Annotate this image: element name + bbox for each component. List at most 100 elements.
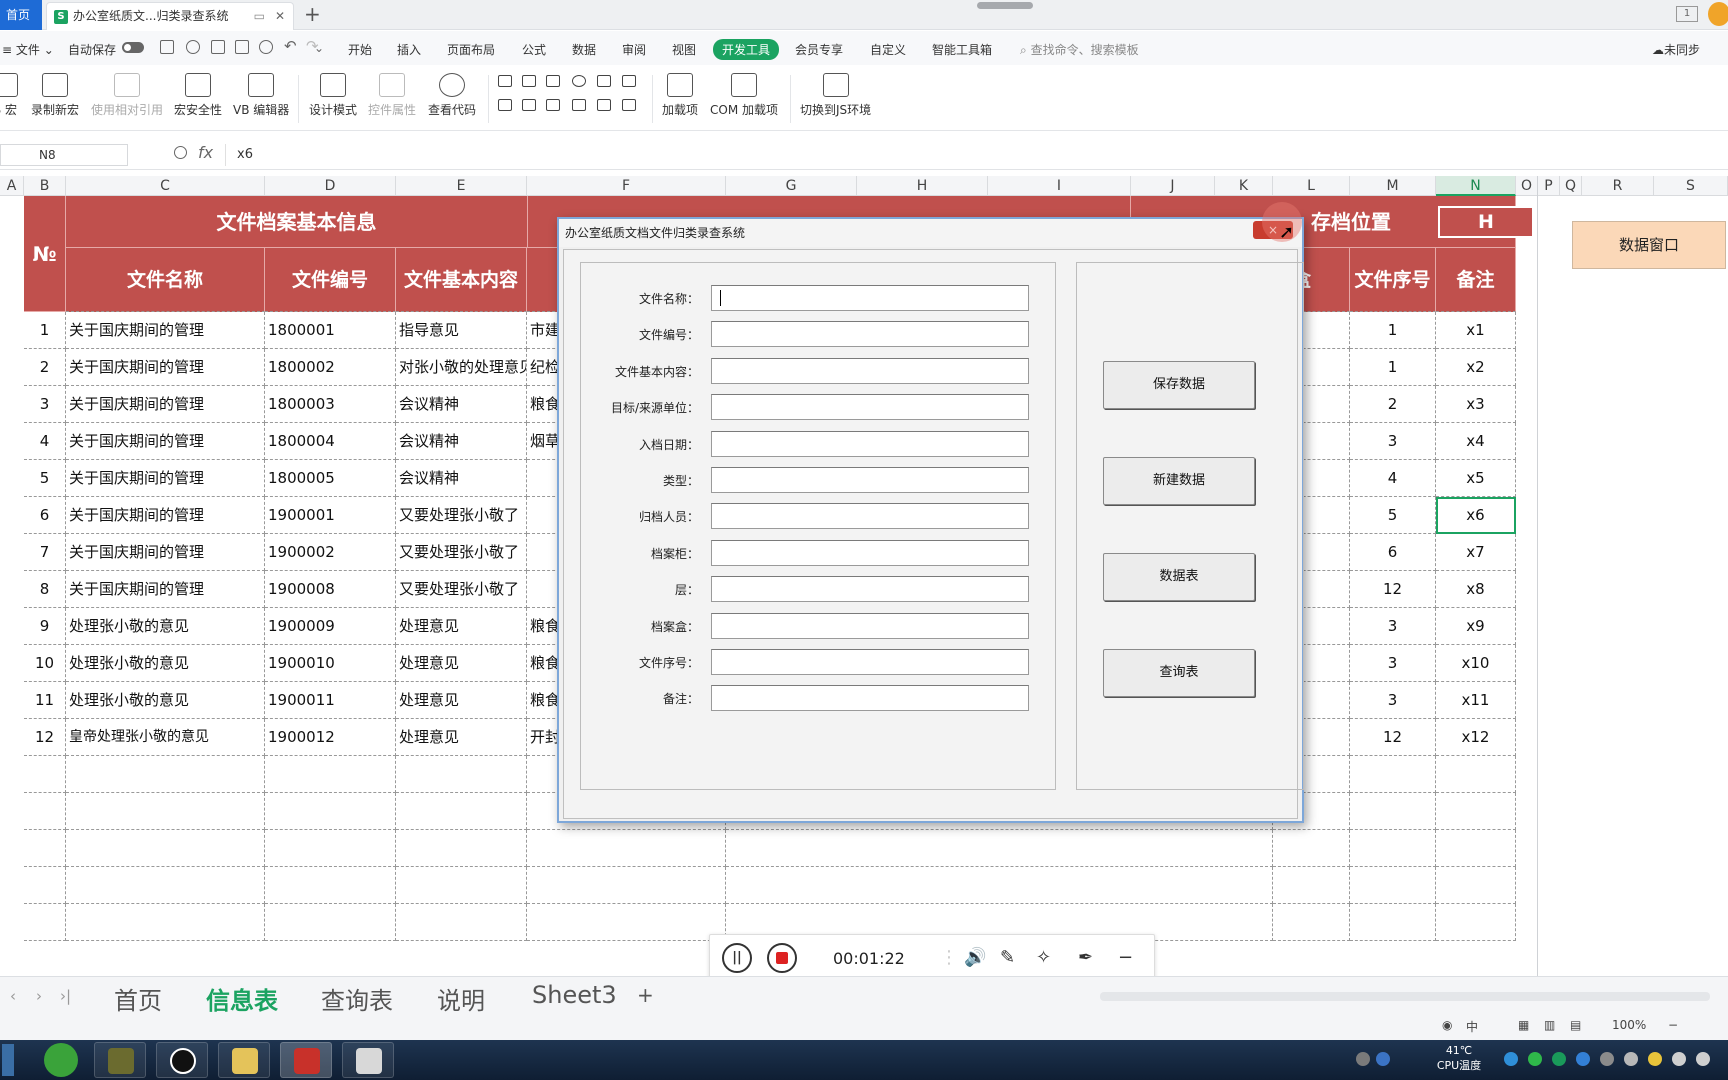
- file-seq-cell[interactable]: [1350, 904, 1436, 941]
- label-control-icon[interactable]: [572, 99, 586, 111]
- row-number[interactable]: 5: [24, 460, 66, 497]
- row-number[interactable]: 3: [24, 386, 66, 423]
- file-content-cell[interactable]: 会议精神: [396, 460, 527, 497]
- form-field-input[interactable]: [711, 576, 1029, 603]
- form-field-input[interactable]: [711, 685, 1029, 712]
- remark-cell[interactable]: x12: [1436, 719, 1516, 756]
- file-number-cell[interactable]: 1900001: [265, 497, 396, 534]
- file-number-cell[interactable]: 1800003: [265, 386, 396, 423]
- macro-security-button[interactable]: 宏安全性: [174, 73, 222, 118]
- save-data-button[interactable]: 保存数据: [1103, 361, 1255, 409]
- file-number-cell[interactable]: 1900010: [265, 645, 396, 682]
- row-number[interactable]: 7: [24, 534, 66, 571]
- file-seq-cell[interactable]: [1350, 756, 1436, 793]
- column-header-q[interactable]: Q: [1560, 176, 1582, 196]
- file-seq-cell[interactable]: 5: [1350, 497, 1436, 534]
- tray-app-5-icon[interactable]: [1600, 1052, 1614, 1066]
- file-seq-cell[interactable]: [1350, 793, 1436, 830]
- dialog-title[interactable]: 办公室纸质文档文件归类录查系统: [559, 219, 1302, 247]
- file-number-cell[interactable]: 1900011: [265, 682, 396, 719]
- horizontal-scrollbar[interactable]: [1100, 992, 1710, 1001]
- remark-cell[interactable]: x3: [1436, 386, 1516, 423]
- tray-app-3-icon[interactable]: [1552, 1052, 1566, 1066]
- sync-status[interactable]: ☁未同步: [1652, 41, 1700, 58]
- tray-app-2-icon[interactable]: [1528, 1052, 1542, 1066]
- frame-control-icon[interactable]: [622, 99, 636, 111]
- new-data-button[interactable]: 新建数据: [1103, 457, 1255, 505]
- file-name-cell[interactable]: 处理张小敬的意见: [66, 645, 265, 682]
- file-name-cell[interactable]: [66, 830, 265, 867]
- file-content-cell[interactable]: [396, 793, 527, 830]
- file-seq-cell[interactable]: 4: [1350, 460, 1436, 497]
- remark-cell[interactable]: x1: [1436, 312, 1516, 349]
- taskbar-app-3[interactable]: [218, 1042, 270, 1078]
- remark-cell[interactable]: x8: [1436, 571, 1516, 608]
- file-seq-cell[interactable]: 3: [1350, 423, 1436, 460]
- file-name-cell[interactable]: 关于国庆期间的管理: [66, 571, 265, 608]
- row-number[interactable]: 12: [24, 719, 66, 756]
- file-number-cell[interactable]: [265, 904, 396, 941]
- print-icon[interactable]: [211, 40, 225, 54]
- user-avatar[interactable]: [1708, 2, 1728, 26]
- zoom-out-icon[interactable]: −: [1668, 1018, 1678, 1032]
- view-code-button[interactable]: 查看代码: [428, 73, 476, 118]
- file-name-cell[interactable]: 关于国庆期间的管理: [66, 460, 265, 497]
- row-number[interactable]: 1: [24, 312, 66, 349]
- data-window-button[interactable]: 数据窗口: [1572, 221, 1726, 269]
- file-seq-cell[interactable]: 12: [1350, 571, 1436, 608]
- row-number[interactable]: [24, 793, 66, 830]
- restore-tab-icon[interactable]: ▭: [254, 3, 265, 29]
- file-number-cell[interactable]: 1800001: [265, 312, 396, 349]
- source-cell[interactable]: [527, 830, 726, 867]
- file-number-cell[interactable]: 1900012: [265, 719, 396, 756]
- file-content-cell[interactable]: 处理意见: [396, 682, 527, 719]
- row-number[interactable]: 8: [24, 571, 66, 608]
- file-name-cell[interactable]: 关于国庆期间的管理: [66, 386, 265, 423]
- radio-control-icon[interactable]: [572, 75, 586, 87]
- microphone-icon[interactable]: ✎: [1000, 947, 1015, 968]
- taskbar-app-2[interactable]: [156, 1042, 208, 1078]
- row-number[interactable]: [24, 756, 66, 793]
- form-field-input[interactable]: [711, 612, 1029, 639]
- window-drag-handle[interactable]: [977, 2, 1033, 9]
- file-name-cell[interactable]: [66, 756, 265, 793]
- new-tab-button[interactable]: +: [304, 0, 321, 30]
- pause-icon[interactable]: ||: [722, 943, 752, 973]
- row-number[interactable]: [24, 867, 66, 904]
- file-name-cell[interactable]: [66, 793, 265, 830]
- menu-member[interactable]: 会员专享: [795, 41, 843, 58]
- menu-developer[interactable]: 开发工具: [713, 39, 780, 60]
- menu-home[interactable]: 开始: [348, 41, 372, 58]
- record-macro-button[interactable]: 录制新宏: [31, 73, 79, 118]
- last-sheet-icon[interactable]: ›|: [60, 987, 71, 1005]
- column-header-e[interactable]: E: [396, 176, 527, 196]
- file-number-cell[interactable]: [265, 830, 396, 867]
- drag-grip-icon[interactable]: ⋮: [940, 947, 958, 968]
- file-content-cell[interactable]: 对张小敬的处理意见: [396, 349, 527, 386]
- file-name-cell[interactable]: 处理张小敬的意见: [66, 608, 265, 645]
- file-seq-cell[interactable]: 6: [1350, 534, 1436, 571]
- menu-data[interactable]: 数据: [572, 41, 596, 58]
- file-number-cell[interactable]: 1800005: [265, 460, 396, 497]
- notification-icon[interactable]: ✧: [1036, 947, 1051, 968]
- file-number-cell[interactable]: [265, 793, 396, 830]
- tray-help-icon[interactable]: [1376, 1052, 1390, 1066]
- source-cell[interactable]: [527, 904, 726, 941]
- file-number-cell[interactable]: 1900009: [265, 608, 396, 645]
- file-seq-cell[interactable]: 1: [1350, 349, 1436, 386]
- group-basic-info[interactable]: 文件档案基本信息: [66, 196, 528, 248]
- prev-sheet-icon[interactable]: ›: [36, 987, 42, 1005]
- file-name-cell[interactable]: 关于国庆期间的管理: [66, 312, 265, 349]
- file-name-cell[interactable]: [66, 867, 265, 904]
- column-header-k[interactable]: K: [1215, 176, 1273, 196]
- ime-indicator[interactable]: 中: [1466, 1018, 1478, 1035]
- file-number-cell[interactable]: 1800002: [265, 349, 396, 386]
- column-header-g[interactable]: G: [726, 176, 857, 196]
- stop-record-icon[interactable]: [767, 943, 797, 973]
- form-field-input[interactable]: [711, 285, 1029, 311]
- remark-cell[interactable]: [1436, 756, 1516, 793]
- source-cell[interactable]: [527, 867, 726, 904]
- file-name-cell[interactable]: 关于国庆期间的管理: [66, 534, 265, 571]
- file-seq-cell[interactable]: 3: [1350, 645, 1436, 682]
- file-number-cell[interactable]: [265, 756, 396, 793]
